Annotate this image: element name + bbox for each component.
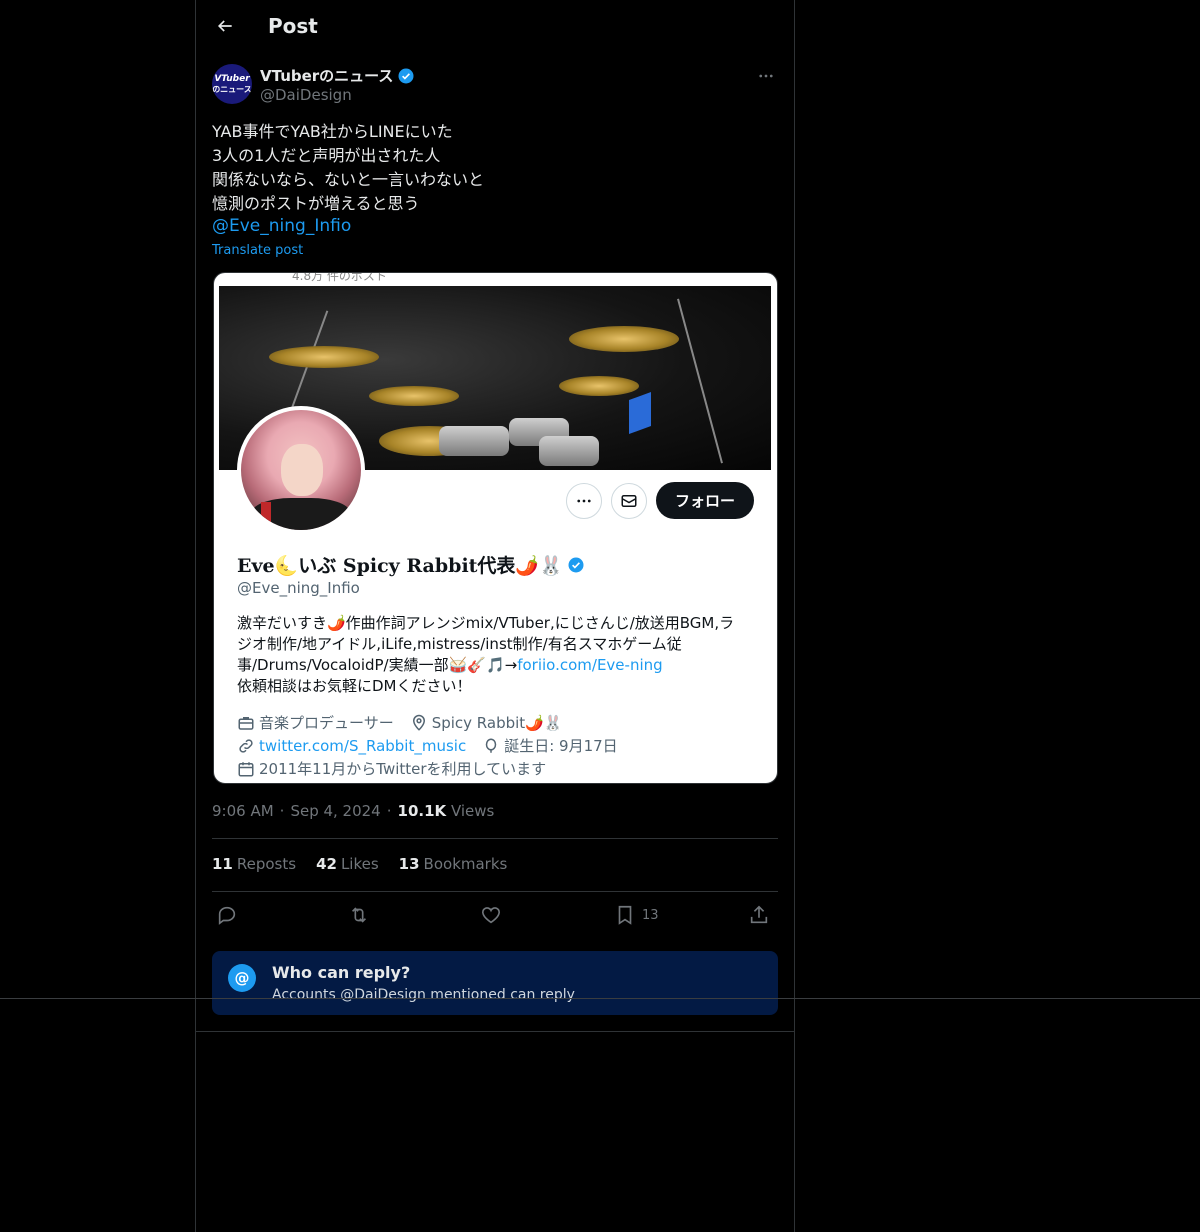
profile-profession: 音楽プロデューサー xyxy=(259,714,394,732)
embedded-image[interactable]: 4.8万 件のポスト フォロー Eve🌜いぶ Spicy Rabbit代表🌶️🐰… xyxy=(213,272,778,784)
bio-line: ジオ制作/地アイドル,iLife,mistress/inst制作/有名スマホゲー… xyxy=(237,635,682,653)
likes-stat[interactable]: 42 Likes xyxy=(316,855,379,873)
reply-icon xyxy=(218,906,236,925)
author-name-row: VTuberのニュース xyxy=(260,65,415,86)
post-author: VTuber のニュース VTuberのニュース @DaiDesign xyxy=(212,64,778,108)
bookmark-count: 13 xyxy=(642,907,659,923)
repost-icon xyxy=(351,907,367,923)
reposts-label: Reposts xyxy=(236,855,297,873)
verified-badge-icon xyxy=(398,68,414,83)
profile-bio: 激辛だいすき🌶️作曲作詞アレンジmix/VTuber,にじさんじ/放送用BGM,… xyxy=(237,613,757,697)
profile-more-button[interactable] xyxy=(566,483,602,519)
bio-line: 激辛だいすき🌶️作曲作詞アレンジmix/VTuber,にじさんじ/放送用BGM,… xyxy=(237,614,735,632)
profile-website: twitter.com/S_Rabbit_music xyxy=(259,736,467,755)
likes-count: 42 xyxy=(316,855,337,873)
message-button[interactable] xyxy=(611,483,647,519)
briefcase-icon xyxy=(238,716,254,730)
profile-post-count: 4.8万 件のポスト xyxy=(292,272,387,283)
bio-line-text: 事/Drums/VocaloidP/実績一部🥁🎸🎵→ xyxy=(237,656,518,674)
post-time[interactable]: 9:06 AM xyxy=(212,802,274,820)
calendar-icon xyxy=(238,761,254,776)
reposts-count: 11 xyxy=(212,855,233,873)
views-label: Views xyxy=(450,802,495,820)
bio-line: 事/Drums/VocaloidP/実績一部🥁🎸🎵→foriio.com/Eve… xyxy=(237,655,757,676)
profile-name: Eve🌜いぶ Spicy Rabbit代表🌶️🐰 xyxy=(237,555,563,577)
at-sign-icon: @ xyxy=(228,964,256,992)
engagement-stats: 11 Reposts 42 Likes 13 Bookmarks xyxy=(212,855,507,873)
more-options-button[interactable] xyxy=(754,64,778,88)
bookmark-button[interactable]: 13 xyxy=(614,903,659,927)
heart-icon xyxy=(481,907,501,924)
bookmarks-count: 13 xyxy=(398,855,420,873)
profile-birthday: 誕生日: 9月17日 xyxy=(504,737,618,755)
top-bar: Post xyxy=(196,0,794,53)
post-text: YAB事件でYAB社からLINEにいた 3人の1人だと声明が出された人 関係ない… xyxy=(212,122,485,213)
verified-badge-icon xyxy=(568,557,584,572)
more-icon xyxy=(759,74,773,78)
reposts-stat[interactable]: 11 Reposts xyxy=(212,855,296,873)
divider xyxy=(196,1031,794,1032)
avatar-text-line1: VTuber xyxy=(214,73,250,84)
envelope-icon xyxy=(621,495,637,507)
reply-button[interactable] xyxy=(216,903,238,927)
likes-label: Likes xyxy=(340,855,379,873)
bio-link: foriio.com/Eve-ning xyxy=(517,656,663,674)
divider xyxy=(212,891,778,892)
mention-link[interactable]: @Eve_ning_Infio xyxy=(212,216,351,236)
profile-meta-row-3: 2011年11月からTwitterを利用しています xyxy=(237,758,546,779)
profile-location: Spicy Rabbit🌶️🐰 xyxy=(431,713,563,732)
profile-meta-row-1: 音楽プロデューサー Spicy Rabbit🌶️🐰 xyxy=(237,712,563,733)
reply-restriction-banner: @ Who can reply? Accounts @DaiDesign men… xyxy=(212,951,778,1015)
balloon-icon xyxy=(485,738,497,753)
post-date[interactable]: Sep 4, 2024 xyxy=(290,802,380,820)
bio-line: 依頼相談はお気軽にDMください！ xyxy=(237,677,472,695)
repost-button[interactable] xyxy=(348,903,370,927)
divider xyxy=(212,838,778,839)
separator-dot: · xyxy=(386,802,392,820)
translate-post-link[interactable]: Translate post xyxy=(212,243,303,258)
bookmarks-label: Bookmarks xyxy=(423,855,508,873)
bookmarks-stat[interactable]: 13 Bookmarks xyxy=(399,855,508,873)
follow-button[interactable]: フォロー xyxy=(656,482,754,519)
post-timestamp-row: 9:06 AM · Sep 4, 2024 · 10.1K Views xyxy=(212,802,494,820)
views-count: 10.1K xyxy=(397,802,447,820)
share-icon xyxy=(750,905,768,924)
reply-restriction-subtitle: Accounts @DaiDesign mentioned can reply xyxy=(272,987,575,1003)
action-bar: 13 xyxy=(212,903,778,929)
avatar[interactable]: VTuber のニュース xyxy=(212,64,252,104)
location-pin-icon xyxy=(412,714,425,731)
profile-handle: @Eve_ning_Infio xyxy=(237,579,360,597)
page-title: Post xyxy=(268,14,318,38)
profile-meta-row-2: twitter.com/S_Rabbit_music 誕生日: 9月17日 xyxy=(237,735,618,756)
separator-dot: · xyxy=(279,802,285,820)
author-display-name[interactable]: VTuberのニュース xyxy=(260,65,393,86)
profile-avatar xyxy=(237,406,365,534)
overlay-guide-line xyxy=(0,998,1200,999)
profile-joined: 2011年11月からTwitterを利用しています xyxy=(259,760,547,778)
back-button[interactable] xyxy=(212,13,238,39)
post-column: Post VTuber のニュース VTuberのニュース @DaiDesign… xyxy=(195,0,795,1232)
author-handle[interactable]: @DaiDesign xyxy=(260,86,352,104)
profile-name-row: Eve🌜いぶ Spicy Rabbit代表🌶️🐰 xyxy=(237,551,585,578)
back-arrow-icon xyxy=(218,20,232,32)
views[interactable]: 10.1K Views xyxy=(398,802,495,820)
share-button[interactable] xyxy=(748,903,770,927)
reply-restriction-title: Who can reply? xyxy=(272,963,411,982)
bookmark-icon xyxy=(618,905,632,925)
avatar-text-line2: のニュース xyxy=(212,84,252,94)
link-icon xyxy=(239,738,253,753)
like-button[interactable] xyxy=(480,903,502,927)
more-icon xyxy=(577,499,591,503)
